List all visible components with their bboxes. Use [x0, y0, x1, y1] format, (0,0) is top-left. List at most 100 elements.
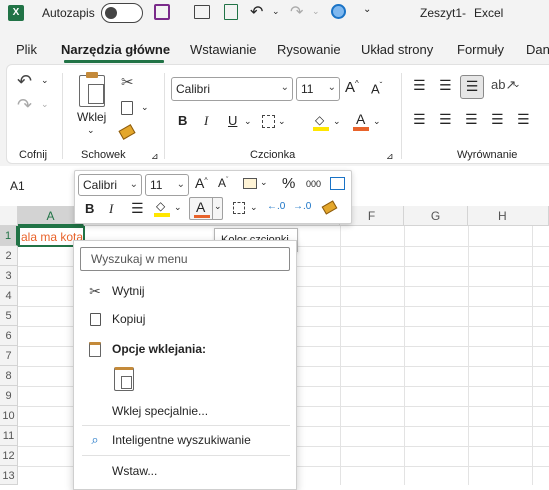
row-header[interactable]: 4	[0, 286, 18, 306]
undo-dropdown-icon[interactable]: ⌄	[272, 6, 280, 17]
mini-font-name-dropdown-icon[interactable]: ⌄	[130, 179, 138, 190]
format-painter-icon[interactable]	[118, 124, 136, 140]
menu-search-input[interactable]: Wyszukaj w menu	[80, 247, 290, 271]
row-header[interactable]: 8	[0, 366, 18, 386]
ribbon-redo-icon[interactable]: ↷	[17, 95, 32, 116]
mini-increase-decimal-icon[interactable]: →.0	[293, 201, 311, 212]
mini-font-size-dropdown-icon[interactable]: ⌄	[177, 179, 185, 190]
column-header-h[interactable]: H	[468, 206, 549, 226]
mini-decrease-font-icon[interactable]: Aˇ	[218, 176, 228, 190]
mini-font-name-combo[interactable]: Calibri ⌄	[78, 174, 142, 196]
menu-item-smart-lookup[interactable]: ⌕ Inteligentne wyszukiwanie	[74, 427, 296, 453]
menu-item-copy[interactable]: Kopiuj	[74, 306, 296, 332]
align-middle-icon[interactable]: ☰	[439, 77, 452, 94]
mini-italic-button[interactable]: I	[109, 201, 113, 217]
mini-borders-icon[interactable]	[233, 202, 245, 214]
align-center-icon[interactable]: ☰	[439, 111, 452, 128]
select-all-corner[interactable]	[0, 206, 18, 226]
font-size-combo[interactable]: 11 ⌄	[296, 77, 340, 101]
fill-color-icon[interactable]: ◇	[313, 113, 329, 131]
row-header[interactable]: 1	[0, 226, 18, 246]
ribbon-undo-icon[interactable]: ↶	[17, 71, 32, 92]
increase-indent-icon[interactable]: ☰	[517, 111, 530, 128]
form-icon[interactable]	[194, 5, 210, 19]
paste-icon[interactable]	[79, 72, 105, 107]
row-header[interactable]: 11	[0, 426, 18, 446]
mini-increase-font-icon[interactable]: A^	[195, 175, 208, 191]
mini-bold-button[interactable]: B	[85, 201, 94, 216]
orientation-dropdown-icon[interactable]: ⌄	[513, 79, 521, 90]
paste-option-keep-source-icon[interactable]	[114, 367, 134, 391]
save-icon[interactable]	[154, 4, 170, 20]
tab-home[interactable]: Narzędzia główne	[61, 42, 170, 57]
fill-color-dropdown-icon[interactable]: ⌄	[333, 116, 341, 127]
mini-thousands-button[interactable]: 000	[306, 179, 321, 189]
font-name-combo[interactable]: Calibri ⌄	[171, 77, 293, 101]
align-top-icon[interactable]: ☰	[413, 77, 426, 94]
mini-align-center-icon[interactable]: ☰	[131, 200, 144, 217]
mini-borders-dropdown-icon[interactable]: ⌄	[250, 202, 258, 213]
mini-wrap-text-icon[interactable]	[330, 177, 345, 190]
font-launcher-icon[interactable]: ⊿	[386, 151, 394, 162]
mini-decrease-decimal-icon[interactable]: ←.0	[267, 201, 285, 212]
paste-dropdown-icon[interactable]: ⌄	[87, 125, 95, 136]
mini-fill-color-icon[interactable]: ◇	[154, 199, 170, 217]
name-box[interactable]: A1	[6, 176, 70, 198]
redo-icon[interactable]: ↷	[290, 2, 303, 22]
ribbon-redo-dropdown-icon[interactable]: ⌄	[41, 99, 49, 110]
row-header[interactable]: 10	[0, 406, 18, 426]
row-header[interactable]: 6	[0, 326, 18, 346]
accessibility-icon[interactable]	[331, 4, 346, 19]
tab-insert[interactable]: Wstawianie	[190, 42, 256, 57]
underline-button[interactable]: U	[228, 113, 237, 128]
menu-item-insert[interactable]: Wstaw...	[74, 458, 296, 484]
font-size-dropdown-icon[interactable]: ⌄	[328, 82, 336, 93]
ribbon-font-color-button[interactable]: A	[353, 111, 369, 131]
align-right-icon[interactable]: ☰	[465, 111, 478, 128]
customize-toolbar-icon[interactable]: ⌄	[363, 4, 371, 15]
new-sheet-icon[interactable]	[224, 4, 238, 20]
cut-icon[interactable]: ✂	[121, 73, 134, 91]
italic-button[interactable]: I	[204, 113, 208, 129]
menu-item-cut[interactable]: ✂ Wytnij	[74, 278, 296, 304]
copy-icon[interactable]	[121, 101, 133, 115]
borders-icon[interactable]	[262, 115, 275, 128]
clipboard-launcher-icon[interactable]: ⊿	[151, 151, 159, 162]
column-header-g[interactable]: G	[404, 206, 468, 226]
mini-fill-color-dropdown-icon[interactable]: ⌄	[174, 202, 182, 213]
row-header[interactable]: 13	[0, 466, 18, 485]
mini-font-size-combo[interactable]: 11 ⌄	[145, 174, 189, 196]
font-name-dropdown-icon[interactable]: ⌄	[281, 82, 289, 93]
row-header[interactable]: 9	[0, 386, 18, 406]
row-header[interactable]: 3	[0, 266, 18, 286]
tab-data[interactable]: Dan	[526, 42, 549, 57]
mini-format-table-icon[interactable]	[243, 178, 257, 189]
mini-percent-button[interactable]: %	[282, 175, 295, 192]
tab-page-layout[interactable]: Układ strony	[361, 42, 433, 57]
mini-font-color-button[interactable]: A ⌄	[189, 197, 223, 220]
mini-font-color-dropdown-icon[interactable]: ⌄	[214, 201, 222, 212]
ribbon-undo-dropdown-icon[interactable]: ⌄	[41, 75, 49, 86]
autosave-toggle[interactable]	[101, 3, 143, 23]
paste-label[interactable]: Wklej	[77, 110, 106, 124]
decrease-indent-icon[interactable]: ☰	[491, 111, 504, 128]
underline-dropdown-icon[interactable]: ⌄	[244, 116, 252, 127]
row-header[interactable]: 12	[0, 446, 18, 466]
copy-dropdown-icon[interactable]: ⌄	[141, 102, 149, 113]
row-header[interactable]: 5	[0, 306, 18, 326]
mini-format-table-dropdown-icon[interactable]: ⌄	[260, 177, 268, 188]
row-header[interactable]: 2	[0, 246, 18, 266]
borders-dropdown-icon[interactable]: ⌄	[278, 116, 286, 127]
undo-icon[interactable]: ↶	[250, 2, 263, 22]
tab-file[interactable]: Plik	[16, 42, 37, 57]
mini-format-painter-icon[interactable]	[321, 200, 338, 215]
font-color-dropdown-icon[interactable]: ⌄	[373, 116, 381, 127]
align-bottom-button[interactable]: ☰	[460, 75, 484, 99]
tab-draw[interactable]: Rysowanie	[277, 42, 341, 57]
tab-formulas[interactable]: Formuły	[457, 42, 504, 57]
redo-dropdown-icon[interactable]: ⌄	[312, 6, 320, 17]
bold-button[interactable]: B	[178, 113, 187, 128]
row-header[interactable]: 7	[0, 346, 18, 366]
increase-font-icon[interactable]: A^	[345, 79, 359, 96]
align-left-icon[interactable]: ☰	[413, 111, 426, 128]
